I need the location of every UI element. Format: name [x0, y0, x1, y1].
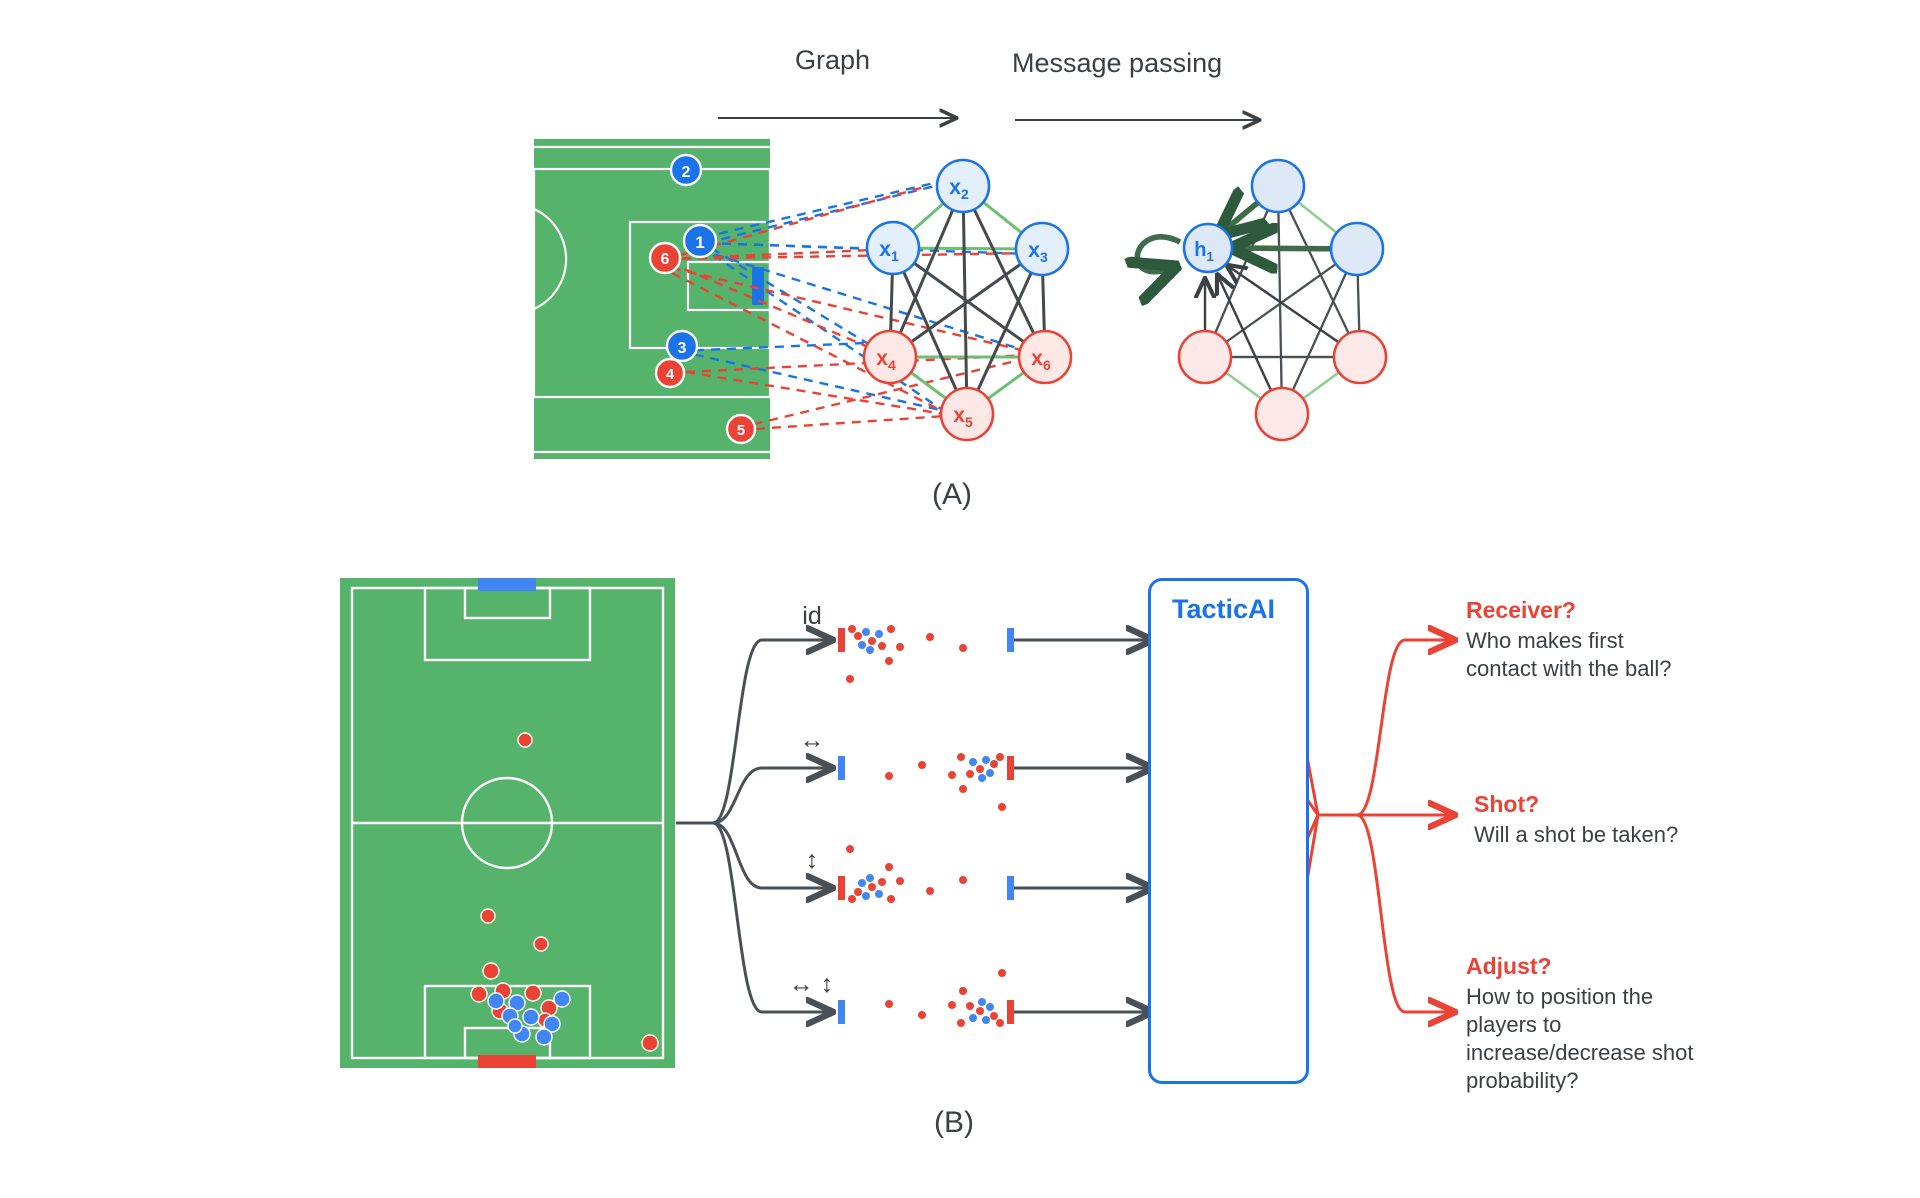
output-receiver-body: Who makes first contact with the ball? [1466, 627, 1672, 681]
output-shot-head: Shot? [1474, 791, 1540, 817]
output-receiver-head: Receiver? [1466, 597, 1576, 623]
tacticai-title: TacticAI [1172, 594, 1276, 624]
transform-vertical-flip-label: ↕ [805, 846, 819, 874]
output-adjust-head: Adjust? [1466, 953, 1552, 979]
panel-b-goal-top [478, 578, 536, 591]
panel-b-players [470, 732, 659, 1052]
transform-horizontal-flip-label: ↔ [799, 726, 825, 754]
figure-root: Graph Message passing 1 2 3 4 5 6 x1 x2 … [0, 0, 1920, 1198]
tacticai-box[interactable] [1148, 578, 1309, 1084]
output-adjust: Adjust? How to position the players to i… [1466, 952, 1694, 1095]
output-receiver: Receiver? Who makes first contact with t… [1466, 596, 1681, 683]
output-shot-body: Will a shot be taken? [1474, 821, 1679, 847]
panel-b-label: (B) [934, 1106, 974, 1139]
panel-b-goal-bottom [478, 1055, 536, 1068]
transform-identity-label: id [802, 602, 822, 630]
panel-b-to-model-arrows [1014, 640, 1150, 1012]
output-shot: Shot? Will a shot be taken? [1466, 790, 1681, 849]
panel-b-fanout-lines [676, 640, 830, 1012]
panel-b-output-lines [1283, 640, 1452, 1012]
output-adjust-body: How to position the players to increase/… [1466, 983, 1694, 1094]
panel-b-mini-pitches [838, 593, 1014, 1059]
transform-both-flip-label: ↔ ↕ [788, 970, 834, 998]
